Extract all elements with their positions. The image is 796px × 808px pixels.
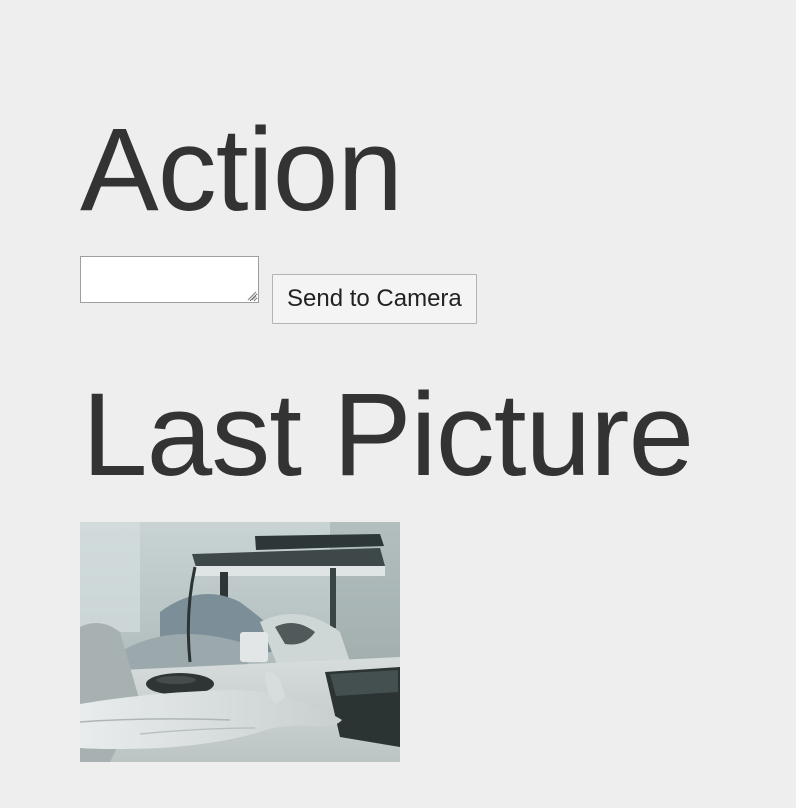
action-heading: Action: [80, 104, 403, 236]
last-picture-heading: Last Picture: [82, 369, 694, 501]
last-picture-image: [80, 522, 400, 762]
action-input[interactable]: [80, 256, 259, 303]
action-form: Send to Camera: [80, 256, 580, 326]
send-to-camera-button[interactable]: Send to Camera: [272, 274, 477, 324]
